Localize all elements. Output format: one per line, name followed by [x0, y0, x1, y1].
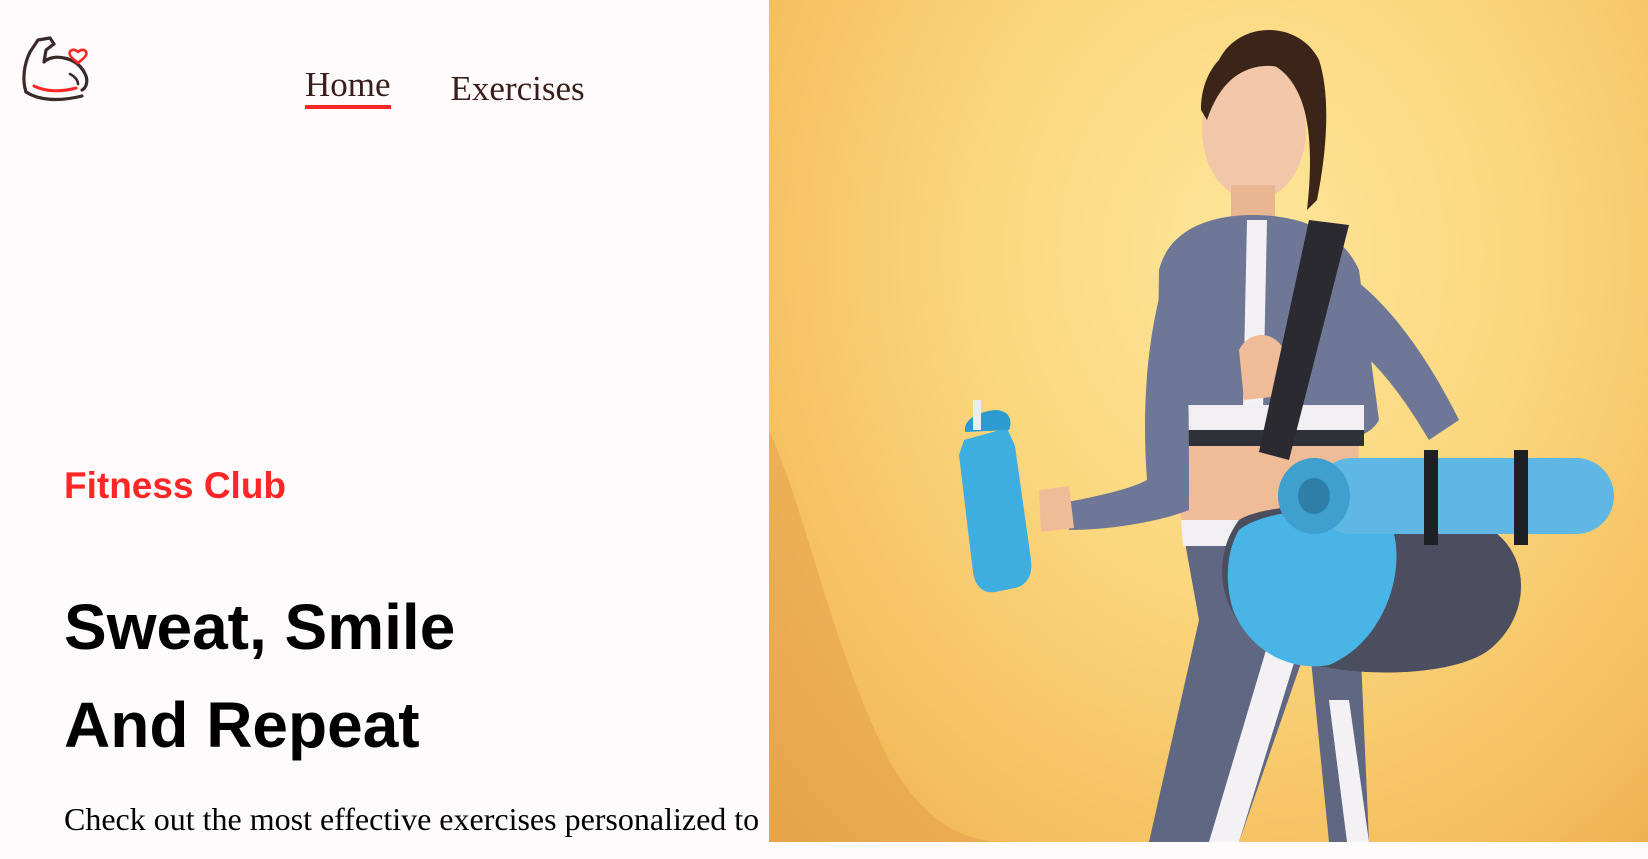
flexed-arm-heart-icon	[22, 36, 89, 102]
hero-title-line-2: And Repeat	[64, 689, 420, 761]
hero-title-line-1: Sweat, Smile	[64, 591, 456, 663]
nav-home-link[interactable]: Home	[305, 65, 391, 109]
home-page: Home Exercises Fitness Club Sweat, Smile…	[0, 0, 1648, 859]
main-nav: Home Exercises	[305, 65, 585, 115]
hero-title: Sweat, Smile And Repeat	[64, 578, 455, 774]
hero-banner-image	[769, 0, 1648, 842]
logo-link[interactable]	[16, 30, 92, 106]
woman-with-gym-bag-image	[769, 30, 1614, 842]
hero-description: Check out the most effective exercises p…	[64, 802, 760, 837]
nav-exercises-link[interactable]: Exercises	[451, 69, 585, 115]
hero-eyebrow: Fitness Club	[64, 465, 287, 506]
